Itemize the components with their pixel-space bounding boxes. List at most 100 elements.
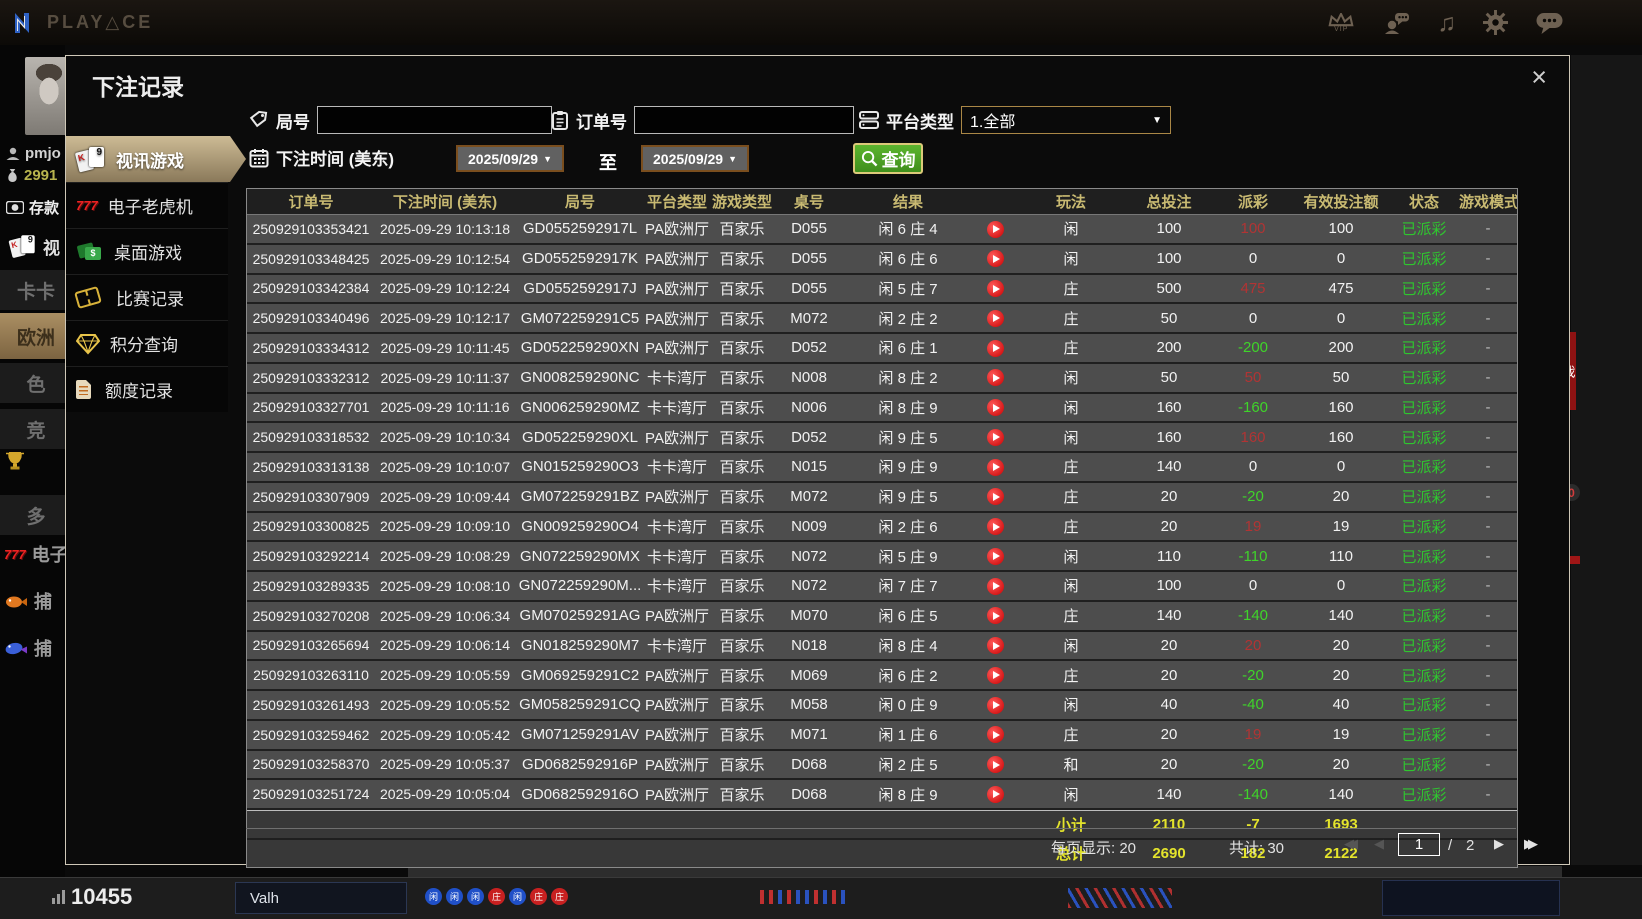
page-total: 2	[1466, 837, 1475, 854]
date-from-picker[interactable]: 2025/09/29 ▼	[456, 145, 564, 172]
date-to-picker[interactable]: 2025/09/29 ▼	[641, 145, 749, 172]
cell-platform: PA欧洲厅	[645, 429, 709, 447]
lobby-table-button-right[interactable]	[1382, 880, 1560, 916]
replay-play-icon[interactable]	[986, 428, 1004, 446]
tab-quota-records[interactable]: 额度记录	[66, 366, 228, 412]
cell-replay	[973, 607, 1017, 625]
replay-play-icon[interactable]	[986, 339, 1004, 357]
cell-replay	[973, 309, 1017, 327]
nav-item-sport[interactable]: 竞	[0, 409, 65, 449]
tab-match-records[interactable]: 比赛记录	[66, 274, 228, 320]
cell-valid-bet: 20	[1332, 488, 1350, 506]
next-page-icon[interactable]: ▶	[1494, 836, 1504, 852]
cell-status: 已派彩	[1401, 251, 1447, 269]
cell-game-type: 百家乐	[719, 578, 765, 596]
nav-item-slots[interactable]: 777 电子	[4, 541, 65, 567]
replay-play-icon[interactable]	[986, 577, 1004, 595]
nav-item-card[interactable]: 卡卡	[0, 270, 65, 310]
cell-total-bet: 500	[1156, 279, 1182, 297]
cell-order: 250929103327701	[252, 399, 370, 416]
nav-item-trophy[interactable]	[4, 451, 26, 471]
replay-play-icon[interactable]	[986, 756, 1004, 774]
cell-bet-on: 庄	[1063, 459, 1079, 477]
cell-table: D055	[791, 220, 827, 238]
cell-platform: PA欧洲厅	[645, 280, 709, 298]
cell-total-bet: 140	[1156, 458, 1182, 476]
page-input[interactable]: 1	[1398, 833, 1440, 856]
cell-time: 2025-09-29 10:08:29	[380, 548, 510, 565]
tab-slots[interactable]: 777 电子老虎机	[66, 182, 228, 228]
deposit-button[interactable]: 存款	[6, 197, 59, 218]
cell-payout: -20	[1242, 666, 1264, 684]
replay-play-icon[interactable]	[986, 458, 1004, 476]
tab-points-query[interactable]: 积分查询	[66, 320, 228, 366]
lobby-table-button[interactable]: Valh	[235, 882, 407, 914]
cell-valid-bet: 140	[1328, 785, 1354, 803]
last-page-icon[interactable]: ▶▶	[1524, 836, 1538, 852]
cell-time: 2025-09-29 10:13:18	[380, 220, 510, 237]
tab-table-games[interactable]: $ 桌面游戏	[66, 228, 228, 274]
vip-icon[interactable]: VIP	[1326, 12, 1356, 33]
nav-item-multi[interactable]: 多	[0, 495, 65, 535]
col-valid-bet: 有效投注额	[1303, 194, 1379, 211]
cell-valid-bet: 20	[1332, 636, 1350, 654]
chat-icon[interactable]	[1535, 11, 1564, 35]
platform-select[interactable]: 1.全部 ▼	[961, 106, 1171, 134]
cell-result: 闲 9 庄 5	[878, 489, 938, 507]
music-icon[interactable]: ♫	[1437, 10, 1456, 35]
cell-result: 闲 1 庄 6	[878, 727, 938, 745]
close-icon[interactable]: ×	[1531, 62, 1547, 92]
to-label: 至	[599, 153, 617, 173]
col-time: 下注时间 (美东)	[392, 194, 498, 211]
online-count: 10455	[52, 884, 132, 910]
replay-play-icon[interactable]	[986, 696, 1004, 714]
nav-item-europe[interactable]: 欧洲	[0, 313, 65, 359]
cell-game-type: 百家乐	[719, 489, 765, 507]
replay-play-icon[interactable]	[986, 369, 1004, 387]
replay-play-icon[interactable]	[986, 518, 1004, 536]
cell-result: 闲 8 庄 2	[878, 370, 938, 388]
replay-play-icon[interactable]	[986, 666, 1004, 684]
cell-payout: -140	[1237, 785, 1269, 803]
cell-table: N015	[791, 458, 827, 476]
replay-play-icon[interactable]	[986, 785, 1004, 803]
replay-play-icon[interactable]	[986, 309, 1004, 327]
replay-play-icon[interactable]	[986, 726, 1004, 744]
cell-status: 已派彩	[1401, 608, 1447, 626]
nav-item-fishing2[interactable]: 捕	[4, 635, 52, 661]
col-payout: 派彩	[1237, 194, 1268, 211]
col-status: 状态	[1408, 194, 1439, 211]
nav-item-color[interactable]: 色	[0, 363, 65, 403]
first-page-icon[interactable]: ◀◀	[1344, 836, 1358, 852]
prev-page-icon[interactable]: ◀	[1374, 836, 1384, 852]
cell-total-bet: 20	[1160, 666, 1178, 684]
cell-result: 闲 2 庄 6	[878, 518, 938, 536]
replay-play-icon[interactable]	[986, 220, 1004, 238]
gear-icon[interactable]	[1483, 10, 1508, 35]
cell-round: GM070259291AG	[519, 607, 641, 625]
replay-play-icon[interactable]	[986, 488, 1004, 506]
bet-time-filter: 下注时间 (美东)	[249, 145, 394, 170]
sidebar-item-video-bg[interactable]: K 9 视	[8, 233, 60, 260]
replay-play-icon[interactable]	[986, 399, 1004, 417]
cell-time: 2025-09-29 10:05:04	[380, 786, 510, 803]
tab-video-games[interactable]: K 9 视讯游戏	[66, 136, 246, 182]
replay-play-icon[interactable]	[986, 547, 1004, 565]
cell-status: 已派彩	[1401, 340, 1447, 358]
customer-service-icon[interactable]	[1383, 11, 1410, 35]
round-input[interactable]	[317, 106, 552, 134]
col-game-type: 游戏类型	[711, 194, 772, 211]
avatar[interactable]	[25, 57, 65, 135]
query-button[interactable]: 查询	[853, 143, 923, 174]
replay-play-icon[interactable]	[986, 250, 1004, 268]
cell-payout: 160	[1240, 428, 1266, 446]
table-games-icon: $	[76, 240, 104, 264]
order-input[interactable]	[634, 106, 854, 134]
replay-play-icon[interactable]	[986, 280, 1004, 298]
replay-play-icon[interactable]	[986, 607, 1004, 625]
cell-valid-bet: 140	[1328, 607, 1354, 625]
nav-item-fishing[interactable]: 捕	[4, 588, 52, 614]
cell-platform: 卡卡湾厅	[646, 637, 707, 655]
replay-play-icon[interactable]	[986, 637, 1004, 655]
cell-total-bet: 100	[1156, 220, 1182, 238]
